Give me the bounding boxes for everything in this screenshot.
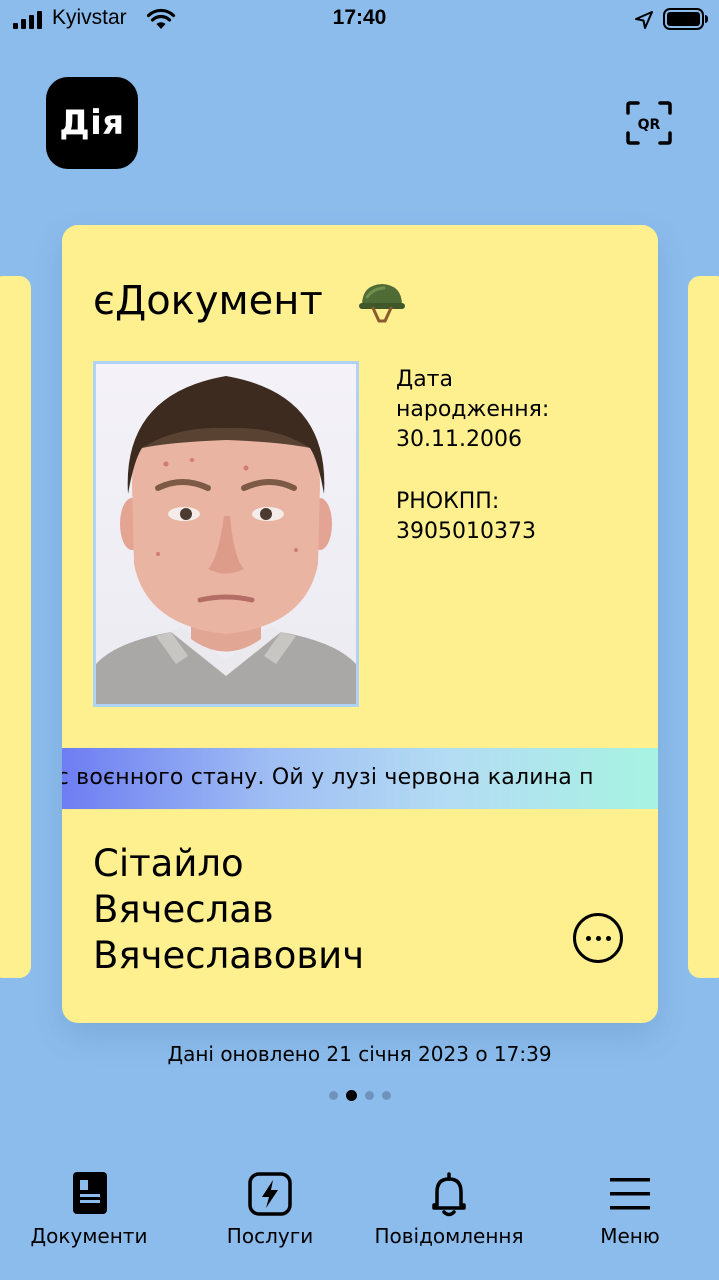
page-dot-active[interactable] (345, 1090, 357, 1101)
next-document-card[interactable] (688, 276, 719, 978)
tab-services[interactable]: Послуги (220, 1170, 320, 1248)
more-dot (585, 935, 591, 941)
birth-date-label-line2: народження: (396, 397, 550, 422)
more-options-button[interactable] (573, 913, 623, 963)
martial-law-ticker: ас воєнного стану. Ой у лузі червона кал… (62, 748, 658, 809)
location-arrow-icon (635, 11, 653, 29)
tax-number-label: РНОКПП: (396, 489, 500, 514)
ticker-text: ас воєнного стану. Ой у лузі червона кал… (62, 765, 594, 790)
document-card[interactable]: єДокумент Дата народження: 30.11.2006 РН… (62, 225, 658, 1023)
menu-icon (610, 1178, 650, 1210)
tab-documents[interactable]: Документи (22, 1170, 156, 1248)
qr-scan-button[interactable]: QR (625, 100, 673, 146)
tab-notifications[interactable]: Повідомлення (366, 1170, 532, 1248)
more-dot (595, 935, 601, 941)
patronymic: Вячеславович (93, 934, 365, 977)
lightning-icon (248, 1172, 292, 1216)
tab-services-label: Послуги (226, 1224, 314, 1248)
document-info: Дата народження: 30.11.2006 РНОКПП: 3905… (396, 365, 549, 547)
more-dot (605, 935, 611, 941)
status-time: 17:40 (332, 6, 387, 29)
page-dot[interactable] (381, 1091, 391, 1100)
page-dot[interactable] (364, 1091, 374, 1100)
page-indicator[interactable] (0, 1090, 719, 1101)
tax-number-value: 3905010373 (396, 519, 536, 544)
military-helmet-icon (359, 284, 405, 323)
page-dot[interactable] (328, 1091, 338, 1100)
status-bar: Kyivstar 17:40 (0, 0, 719, 40)
tab-menu[interactable]: Меню (590, 1170, 670, 1248)
previous-document-card[interactable] (0, 276, 31, 978)
qr-label: QR (638, 117, 661, 133)
battery-icon (663, 8, 708, 30)
birth-date-label-line1: Дата (396, 367, 453, 392)
surname: Сітайло (93, 842, 244, 885)
tab-menu-label: Меню (600, 1224, 660, 1248)
birth-date-value: 30.11.2006 (396, 427, 522, 452)
documents-icon (73, 1172, 107, 1214)
bell-icon (432, 1172, 466, 1217)
diia-logo: Дія (46, 77, 138, 169)
tab-documents-label: Документи (30, 1224, 148, 1248)
full-name: Сітайло Вячеслав Вячеславович (93, 841, 364, 979)
data-updated-text: Дані оновлено 21 січня 2023 о 17:39 (167, 1042, 552, 1066)
portrait-photo (93, 361, 359, 707)
tab-notifications-label: Повідомлення (374, 1224, 524, 1248)
first-name: Вячеслав (93, 888, 274, 931)
document-title: єДокумент (93, 278, 323, 324)
